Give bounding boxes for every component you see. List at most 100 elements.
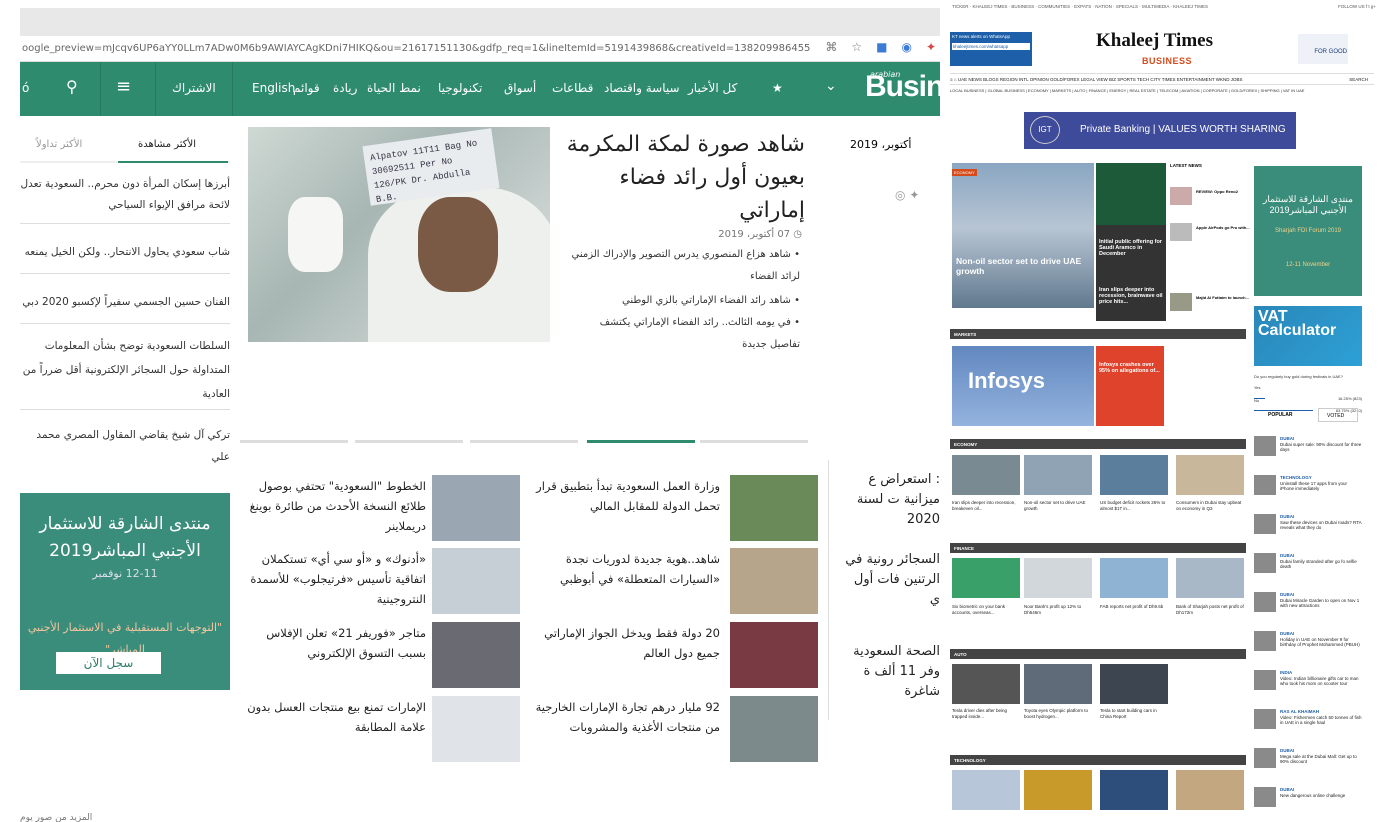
popular-item[interactable]: DUBAI Dubai Miracle Garden to open on Nov… xyxy=(1254,592,1362,632)
carousel-dot-active[interactable] xyxy=(587,440,695,443)
aramco-image[interactable] xyxy=(1096,163,1166,225)
section-header-finance[interactable]: FINANCE xyxy=(950,543,1246,553)
article-thumbnail[interactable] xyxy=(1254,748,1276,768)
article-caption[interactable]: Toyota eyes Olympic platform to boost hy… xyxy=(1024,708,1092,719)
sharjah-fdi-ad[interactable]: منتدى الشارقة للاستثمار الأجنبي المباشر2… xyxy=(1254,166,1362,296)
article-thumbnail[interactable] xyxy=(1176,455,1244,495)
popular-item[interactable]: DUBAI Holiday in UAE on November 9 for bi… xyxy=(1254,631,1362,671)
site-logo[interactable]: Khaleej Times xyxy=(1096,30,1213,52)
article-thumbnail[interactable] xyxy=(1254,475,1276,495)
list-item[interactable]: شاب سعودي يحاول الانتحار.. ولكن الخيل يم… xyxy=(20,240,230,274)
article-thumbnail[interactable] xyxy=(1024,558,1092,598)
sharjah-fdi-ad[interactable]: منتدى الشارقة للاستثمار الأجنبي المباشر2… xyxy=(20,493,230,690)
sub-nav[interactable]: LOCAL BUSINESS | GLOBAL BUSINESS | ECONO… xyxy=(950,88,1374,96)
list-item[interactable]: السلطات السعودية توضح بشأن المعلومات الم… xyxy=(20,334,230,410)
poll-option-label[interactable]: Yes xyxy=(1254,385,1362,390)
latest-item[interactable]: REVIEW: Oppo Reno2 xyxy=(1196,189,1250,194)
article-caption[interactable]: Six biometric on your bank accounts, ove… xyxy=(952,604,1020,615)
list-item[interactable]: تركي آل شيخ يقاضي المقاول المصري محمد عل… xyxy=(20,424,230,472)
article-thumbnail[interactable] xyxy=(432,475,520,541)
article-caption[interactable]: Non-oil sector set to drive UAE growth xyxy=(1024,500,1092,511)
nav-item-politics-economy[interactable]: سياسة واقتصاد xyxy=(604,81,680,95)
section-header-technology[interactable]: TECHNOLOGY xyxy=(950,755,1246,765)
article-thumbnail[interactable] xyxy=(1176,770,1244,810)
article-title[interactable]: «أدنوك» و «أو سي أي» تستكملان اتفاقية تأ… xyxy=(236,549,426,609)
article-thumbnail[interactable] xyxy=(952,664,1020,704)
latest-item[interactable]: Majid Al Futtaim to launch... xyxy=(1196,295,1250,300)
article-thumbnail[interactable] xyxy=(1254,709,1276,729)
popular-item[interactable]: DUBAI New dangerous online challenge xyxy=(1254,787,1362,822)
more-photos-label[interactable]: المزيد من صور يوم xyxy=(20,813,940,822)
thumbnail[interactable] xyxy=(1170,293,1192,311)
extension-icon[interactable]: ■ xyxy=(876,40,887,54)
article-caption[interactable]: Bank of Sharjah posts net profit of Dh17… xyxy=(1176,604,1244,615)
follow-us[interactable]: FOLLOW US f t g+ xyxy=(1338,4,1376,9)
menu-icon[interactable]: ≡ ⌂ xyxy=(950,77,958,82)
extension-icon[interactable]: ✦ xyxy=(926,40,936,54)
register-button[interactable]: سجل الآن xyxy=(56,652,161,674)
article-caption[interactable]: US budget deficit rockets 26% to almost … xyxy=(1100,500,1168,511)
article-thumbnail[interactable] xyxy=(1100,455,1168,495)
thumbnail[interactable] xyxy=(1170,187,1192,205)
markets-image[interactable]: Infosys xyxy=(952,346,1094,426)
popular-item[interactable]: DUBAI Dubai family stranded after go fo s… xyxy=(1254,553,1362,593)
article-caption[interactable]: Tesla driver dies after being trapped in… xyxy=(952,708,1020,719)
section-header-auto[interactable]: AUTO xyxy=(950,649,1246,659)
article-thumbnail[interactable] xyxy=(952,455,1020,495)
article-title[interactable]: الصحة السعودية وفر 11 ألف ة شاغرة xyxy=(840,642,940,702)
popular-item[interactable]: DUBAI Dubai super sale: 90% discount for … xyxy=(1254,436,1362,476)
article-thumbnail[interactable] xyxy=(1024,770,1092,810)
article-title[interactable]: الإمارات تمنع بيع منتجات العسل بدون علام… xyxy=(236,697,426,737)
markets-story[interactable]: Infosys crashes over 95% on allegations … xyxy=(1096,346,1164,426)
article-thumbnail[interactable] xyxy=(952,558,1020,598)
translate-icon[interactable]: ⌘ xyxy=(825,40,837,54)
article-caption[interactable]: Iran slips deeper into recession, breake… xyxy=(952,500,1020,511)
nav-item-entrepreneurship[interactable]: ريادة xyxy=(333,81,357,95)
article-thumbnail[interactable] xyxy=(1176,558,1244,598)
article-title[interactable]: : استعراض ع ميزانية ت لسنة 2020 xyxy=(840,470,940,530)
section-header-markets[interactable]: MARKETS xyxy=(950,329,1246,339)
carousel-dot[interactable] xyxy=(470,440,578,443)
article-thumbnail[interactable] xyxy=(952,770,1020,810)
article-thumbnail[interactable] xyxy=(730,548,818,614)
hero-bullet[interactable]: • شاهد رائد الفضاء الإماراتي بالزي الوطن… xyxy=(570,290,800,312)
article-thumbnail[interactable] xyxy=(1254,670,1276,690)
article-title[interactable]: 92 مليار درهم تجارة الإمارات الخارجية من… xyxy=(530,697,720,737)
article-caption[interactable]: Tesla to start building cars in China Re… xyxy=(1100,708,1168,719)
article-thumbnail[interactable] xyxy=(1254,787,1276,807)
article-title[interactable]: الخطوط "السعودية" تحتفي بوصول طلائع النس… xyxy=(236,476,426,536)
hero-image[interactable]: Alpatov 11T11 Bag No 30692511 Per No 126… xyxy=(248,127,550,342)
story-title[interactable]: Initial public offering for Saudi Aramco… xyxy=(1099,239,1164,257)
article-caption[interactable]: FAB reports net profit of Dh9.6b xyxy=(1100,604,1168,610)
article-title[interactable]: وزارة العمل السعودية تبدأ بتطبيق قرار تح… xyxy=(530,476,720,516)
popular-item[interactable]: DUBAI Saw these devices on Dubai roads? R… xyxy=(1254,514,1362,554)
nav-item-all-news[interactable]: كل الأخبار xyxy=(688,81,737,95)
article-thumbnail[interactable] xyxy=(1100,664,1168,704)
hero-bullet[interactable]: • في يومه الثالث.. رائد الفضاء الإماراتي… xyxy=(570,312,800,356)
whatsapp-banner[interactable]: KT news alerts on WhatsApp khaleejtimes.c… xyxy=(950,32,1032,66)
nav-item-lifestyle[interactable]: نمط الحياة xyxy=(367,81,421,95)
hero-bullet[interactable]: • شاهد هزاع المنصوري يدرس التصوير والإدر… xyxy=(570,244,800,288)
article-thumbnail[interactable] xyxy=(1100,770,1168,810)
site-logo[interactable]: Business xyxy=(865,70,940,104)
article-title[interactable]: السجائر رونية في الرتنين فات أول ي xyxy=(840,550,940,610)
article-title[interactable]: شاهد..هوية جديدة لدوريات نجدة «السيارات … xyxy=(530,549,720,589)
twitter-icon[interactable]: ✦ xyxy=(909,188,919,202)
article-thumbnail[interactable] xyxy=(1254,514,1276,534)
carousel-dot[interactable] xyxy=(700,440,808,443)
nav-links[interactable]: UAE NEWS BLOGS REGION INTL OPINION GOLD/… xyxy=(958,77,1243,82)
article-thumbnail[interactable] xyxy=(1254,592,1276,612)
vat-calculator-ad[interactable]: VAT Calculator xyxy=(1254,306,1362,366)
subscribe-link[interactable]: الاشتراك xyxy=(172,81,216,95)
hero-headline[interactable]: شاهد صورة لمكة المكرمة بعيون أول رائد فض… xyxy=(560,128,805,227)
kt-for-good-logo[interactable]: FOR GOOD xyxy=(1298,34,1348,64)
instagram-icon[interactable]: ◎ xyxy=(895,188,905,202)
article-thumbnail[interactable] xyxy=(1024,664,1092,704)
tab-popular[interactable]: POPULAR xyxy=(1268,412,1292,418)
story-title[interactable]: Iran slips deeper into recession, brainw… xyxy=(1099,287,1164,305)
article-thumbnail[interactable] xyxy=(730,696,818,762)
section-header-economy[interactable]: ECONOMY xyxy=(950,439,1246,449)
hero-story[interactable]: ECONOMY Non-oil sector set to drive UAE … xyxy=(952,163,1094,308)
star-icon[interactable]: ☆ xyxy=(851,40,862,54)
popular-item[interactable]: INDIA Video: Indian billionaire gifts car… xyxy=(1254,670,1362,710)
